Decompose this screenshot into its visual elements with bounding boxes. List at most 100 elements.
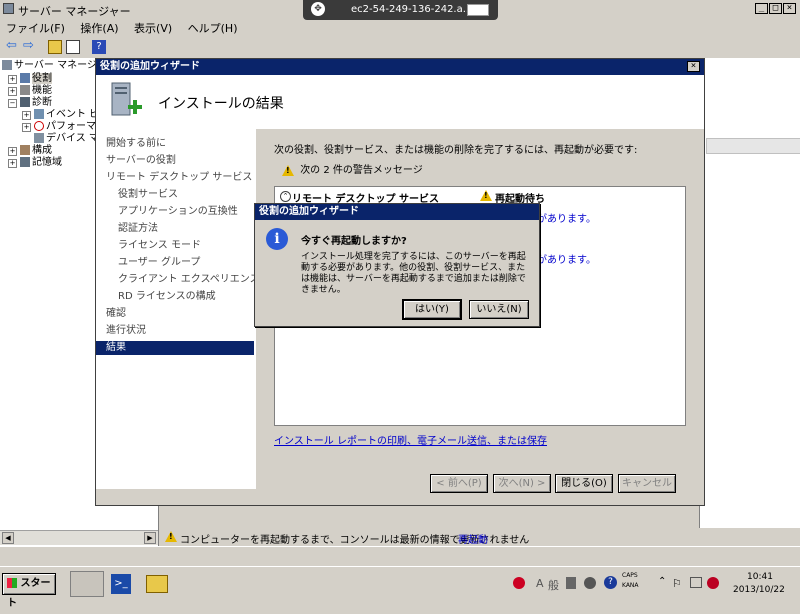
expand-icon[interactable]: +	[8, 75, 17, 84]
bottom-bar	[0, 546, 800, 567]
tree-item-configuration[interactable]: + 構成	[8, 145, 52, 157]
tree-label: 記憶域	[32, 157, 62, 168]
tree-label: 役割	[32, 73, 52, 84]
tree-label: 診断	[32, 97, 52, 108]
step-item: ユーザー グループ	[118, 257, 201, 268]
expand-icon[interactable]: +	[8, 159, 17, 168]
step-item: 認証方法	[118, 223, 158, 234]
rdp-host-label: ec2-54-249-136-242.a...	[351, 4, 473, 15]
step-item: クライアント エクスペリエンス	[118, 274, 260, 285]
roles-icon	[20, 73, 30, 83]
close-button[interactable]: 閉じる(O)	[555, 474, 613, 493]
tree-label: 機能	[32, 85, 52, 96]
expand-icon[interactable]: +	[22, 111, 31, 120]
clock-time[interactable]: 10:41	[747, 572, 773, 582]
restart-link[interactable]: 再起動	[458, 531, 488, 546]
scroll-left-icon[interactable]: ◀	[2, 532, 14, 544]
menu-action[interactable]: 操作(A)	[74, 18, 124, 38]
step-item: ライセンス モード	[118, 240, 201, 251]
menu-help[interactable]: ヘルプ(H)	[182, 18, 244, 38]
step-item: 確認	[106, 308, 126, 319]
dialog-question: 今すぐ再起動しますか?	[301, 236, 407, 247]
next-button[interactable]: 次へ(N) >	[493, 474, 551, 493]
storage-icon	[20, 157, 30, 167]
kana-indicator: KANA	[622, 582, 639, 589]
prev-button[interactable]: < 前へ(P)	[430, 474, 488, 493]
step-item: RD ライセンスの構成	[118, 291, 216, 302]
tree-item-diagnostics[interactable]: − 診断	[8, 97, 52, 109]
tree-item-performance[interactable]: + パフォーマン	[22, 121, 106, 133]
collapse-icon[interactable]: −	[8, 99, 17, 108]
tree-root-label: サーバー マネージャ	[14, 60, 107, 71]
collapse-circle-icon[interactable]: ⌃	[280, 191, 291, 202]
warning-count: 次の 2 件の警告メッセージ	[300, 165, 423, 176]
step-item: サーバーの役割	[106, 155, 176, 166]
cancel-button[interactable]: キャンセル	[618, 474, 676, 493]
ime-help-icon[interactable]: ?	[604, 576, 617, 589]
menu-view[interactable]: 表示(V)	[128, 18, 178, 38]
wizard-header: インストールの結果	[96, 75, 704, 130]
features-icon	[20, 85, 30, 95]
result-detail-2: があります。	[537, 255, 596, 266]
caps-indicator: CAPS	[622, 572, 638, 579]
menu-bar: ファイル(F) 操作(A) 表示(V) ヘルプ(H)	[0, 18, 800, 36]
step-item: 役割サービス	[118, 189, 178, 200]
tree-item-storage[interactable]: + 記憶域	[8, 157, 62, 169]
start-button[interactable]: スタート	[2, 573, 56, 609]
dialog-body: インストール処理を完了するには、このサーバーを再起動する必要があります。他の役割…	[301, 252, 526, 295]
up-folder-icon[interactable]	[48, 40, 62, 54]
expand-icon[interactable]: +	[8, 147, 17, 156]
rdp-move-icon[interactable]: ✥	[311, 2, 325, 16]
report-link[interactable]: インストール レポートの印刷、電子メール送信、または保存	[274, 432, 547, 447]
help-icon[interactable]: ?	[92, 40, 106, 54]
network-icon[interactable]	[690, 577, 702, 588]
server-icon	[2, 60, 12, 70]
diagnostics-icon	[20, 97, 30, 107]
powershell-icon[interactable]: >_	[111, 574, 131, 594]
yes-button[interactable]: はい(Y)	[402, 299, 462, 320]
status-bar: コンピューターを再起動するまで、コンソールは最新の情報で更新されません 再起動	[160, 528, 800, 546]
expand-icon[interactable]: +	[8, 87, 17, 96]
keyboard-icon[interactable]	[467, 4, 489, 16]
details-pane	[699, 58, 800, 546]
wizard-title: 役割の追加ウィザード	[100, 61, 200, 72]
warning-icon	[480, 190, 492, 201]
ime-pad-icon[interactable]	[584, 577, 596, 589]
device-manager-icon	[34, 133, 44, 143]
clock-date[interactable]: 2013/10/22	[733, 585, 785, 595]
tree-item-roles[interactable]: + 役割	[8, 73, 52, 85]
warning-summary: 次の 2 件の警告メッセージ	[282, 161, 423, 176]
taskbar: スタート >_ A 般 ? CAPS KANA ⌃ ⚐ 10:41 2013/1…	[0, 566, 800, 609]
scroll-right-icon[interactable]: ▶	[144, 532, 156, 544]
no-button[interactable]: いいえ(N)	[469, 300, 529, 319]
details-header-strip	[706, 138, 800, 154]
rdp-connection-bar: ✥ ec2-54-249-136-242.a...	[303, 0, 498, 20]
close-window-button[interactable]: ×	[783, 3, 796, 14]
toolbar: ⇦ ⇨ ?	[0, 36, 800, 59]
flag-icon[interactable]: ⚐	[672, 577, 682, 590]
maximize-button[interactable]: □	[769, 3, 782, 14]
ime-icon[interactable]	[513, 577, 525, 589]
server-manager-icon	[3, 3, 14, 14]
show-hide-tree-icon[interactable]	[66, 40, 80, 54]
tree-hscrollbar[interactable]: ◀ ▶	[0, 530, 158, 545]
step-item: 進行状況	[106, 325, 146, 336]
expand-icon[interactable]: +	[22, 123, 31, 132]
server-manager-taskbar-icon[interactable]	[70, 571, 104, 597]
dialog-title: 役割の追加ウィザード	[259, 206, 359, 217]
result-detail-1: があります。	[537, 214, 596, 225]
minimize-button[interactable]: _	[755, 3, 768, 14]
ime-mode-han[interactable]: 般	[548, 577, 559, 593]
tree-item-features[interactable]: + 機能	[8, 85, 52, 97]
wizard-title-bar: 役割の追加ウィザード ×	[96, 59, 704, 75]
explorer-icon[interactable]	[146, 575, 168, 593]
ime-tool-icon[interactable]	[566, 577, 576, 589]
tree-root[interactable]: サーバー マネージャ	[2, 60, 106, 72]
forward-arrow-icon[interactable]: ⇨	[23, 39, 37, 54]
ime-mode-a[interactable]: A	[536, 577, 544, 590]
menu-file[interactable]: ファイル(F)	[0, 18, 71, 38]
wizard-close-button[interactable]: ×	[687, 61, 700, 72]
back-arrow-icon[interactable]: ⇦	[6, 39, 20, 54]
tray-expand-icon[interactable]: ⌃	[658, 576, 666, 587]
volume-icon[interactable]	[707, 577, 719, 589]
